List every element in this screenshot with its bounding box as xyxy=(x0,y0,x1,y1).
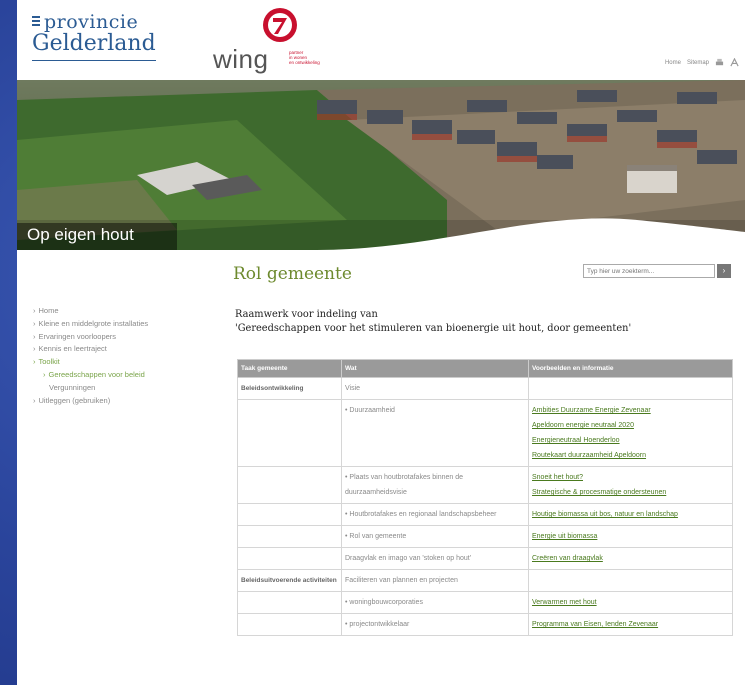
cell-task xyxy=(237,547,342,570)
cell-links: Ambities Duurzame Energie Zevenaar Apeldo… xyxy=(528,399,733,467)
page-title: Rol gemeente xyxy=(233,264,352,284)
sidebar-item-installaties[interactable]: › Kleine en middelgrote installaties xyxy=(33,318,203,331)
info-link[interactable]: Ambities Duurzame Energie Zevenaar xyxy=(532,403,729,418)
cell-what: • projectontwikkelaar xyxy=(341,613,529,636)
sidebar-item-home[interactable]: › Home xyxy=(33,305,203,318)
search-input[interactable] xyxy=(583,264,715,278)
site-header: provincie Gelderland wing partner in won… xyxy=(17,0,745,80)
info-link[interactable]: Routekaart duurzaamheid Apeldoorn xyxy=(532,448,729,463)
print-icon[interactable] xyxy=(715,58,724,67)
search-button[interactable]: › xyxy=(717,264,731,278)
arrow-right-icon: › xyxy=(722,266,726,275)
cell-what: • Rol van gemeente xyxy=(341,525,529,548)
sidebar-nav: › Home › Kleine en middelgrote installatie… xyxy=(33,305,203,407)
sidebar-item-gereedschappen[interactable]: › Gereedschappen voor beleid xyxy=(33,369,203,382)
cell-task xyxy=(237,503,342,526)
cell-links: Houtige biomassa uit bos, natuur en land… xyxy=(528,503,733,526)
utility-links: Home Sitemap xyxy=(665,58,739,67)
info-link[interactable]: Verwarmen met hout xyxy=(532,595,729,610)
col-header-wat: Wat xyxy=(341,359,529,378)
info-link[interactable]: Snoeit het hout? xyxy=(532,470,729,485)
wing-seven-icon xyxy=(263,8,297,42)
search-box: › xyxy=(583,264,733,278)
sidebar-item-vergunningen[interactable]: Vergunningen xyxy=(33,382,203,395)
hero-banner: Op eigen hout xyxy=(17,80,745,250)
cell-task xyxy=(237,591,342,614)
wing-logo[interactable]: wing partner in wonen en ontwikkeling xyxy=(213,8,353,78)
logo-text-gelderland: Gelderland xyxy=(32,32,156,61)
cell-what: Faciliteren van plannen en projecten xyxy=(341,569,529,592)
info-link[interactable]: Houtige biomassa uit bos, natuur en land… xyxy=(532,507,729,522)
table-row: • Plaats van houtbrotafakes binnen de du… xyxy=(237,466,733,504)
info-link[interactable]: Programma van Eisen, Ienden Zevenaar xyxy=(532,617,729,632)
cell-links: Energie uit biomassa xyxy=(528,525,733,548)
info-link[interactable]: Strategische & procesmatige ondersteunen xyxy=(532,485,729,500)
cell-task xyxy=(237,525,342,548)
sidebar-item-kennis[interactable]: › Kennis en leertraject xyxy=(33,343,203,356)
cell-links: Verwarmen met hout xyxy=(528,591,733,614)
cell-task xyxy=(237,466,342,504)
cell-task: Beleidsuitvoerende activiteiten xyxy=(237,569,342,592)
wing-tagline: partner in wonen en ontwikkeling xyxy=(289,50,320,65)
cell-task xyxy=(237,613,342,636)
font-size-icon[interactable] xyxy=(730,58,739,67)
logo-text-provincie: provincie xyxy=(44,11,139,33)
table-header-row: Taak gemeente Wat Voorbeelden en informa… xyxy=(237,359,733,378)
info-link[interactable]: Energie uit biomassa xyxy=(532,529,729,544)
table-row: • Rol van gemeente Energie uit biomassa xyxy=(237,525,733,548)
info-link[interactable]: Energieneutraal Hoenderloo xyxy=(532,433,729,448)
banner-title: Op eigen hout xyxy=(27,225,134,244)
sidebar-item-uitleggen[interactable]: › Uitleggen (gebruiken) xyxy=(33,395,203,408)
table-row: • projectontwikkelaar Programma van Eisen… xyxy=(237,613,733,636)
cell-what: Visie xyxy=(341,377,529,400)
roles-table: Taak gemeente Wat Voorbeelden en informa… xyxy=(237,359,733,636)
cell-links xyxy=(528,569,733,592)
col-header-voorbeelden: Voorbeelden en informatie xyxy=(528,359,733,378)
util-sitemap-link[interactable]: Sitemap xyxy=(687,60,709,66)
cell-what: Draagvlak en imago van 'stoken op hout' xyxy=(341,547,529,570)
cell-links xyxy=(528,377,733,400)
table-row: • Duurzaamheid Ambities Duurzame Energie … xyxy=(237,399,733,467)
cell-links: Snoeit het hout? Strategische & procesmat… xyxy=(528,466,733,504)
menu-lines-icon xyxy=(32,16,40,28)
util-home-link[interactable]: Home xyxy=(665,60,681,66)
table-row: • Houtbrotafakes en regionaal landschaps… xyxy=(237,503,733,526)
table-row: • woningbouwcorporaties Verwarmen met hou… xyxy=(237,591,733,614)
info-link[interactable]: Creëren van draagvlak xyxy=(532,551,729,566)
sidebar-item-ervaringen[interactable]: › Ervaringen voorloopers xyxy=(33,331,203,344)
web-page: provincie Gelderland wing partner in won… xyxy=(17,0,745,685)
cell-task xyxy=(237,399,342,467)
table-row: Beleidsuitvoerende activiteiten Faciliter… xyxy=(237,569,733,592)
cell-what: • Plaats van houtbrotafakes binnen de du… xyxy=(341,466,529,504)
cell-what: • Duurzaamheid xyxy=(341,399,529,467)
provincie-gelderland-logo[interactable]: provincie Gelderland xyxy=(32,12,156,61)
sidebar-item-toolkit[interactable]: › Toolkit xyxy=(33,356,203,369)
table-row: Draagvlak en imago van 'stoken op hout' C… xyxy=(237,547,733,570)
table-row: Beleidsontwikkeling Visie xyxy=(237,377,733,400)
cell-links: Creëren van draagvlak xyxy=(528,547,733,570)
cell-what: • Houtbrotafakes en regionaal landschaps… xyxy=(341,503,529,526)
cell-links: Programma van Eisen, Ienden Zevenaar xyxy=(528,613,733,636)
cell-task: Beleidsontwikkeling xyxy=(237,377,342,400)
wing-wordmark: wing xyxy=(213,44,269,74)
info-link[interactable]: Apeldoorn energie neutraal 2020 xyxy=(532,418,729,433)
cell-what: • woningbouwcorporaties xyxy=(341,591,529,614)
col-header-taak: Taak gemeente xyxy=(237,359,342,378)
intro-text: Raamwerk voor indeling van 'Gereedschapp… xyxy=(235,309,632,334)
